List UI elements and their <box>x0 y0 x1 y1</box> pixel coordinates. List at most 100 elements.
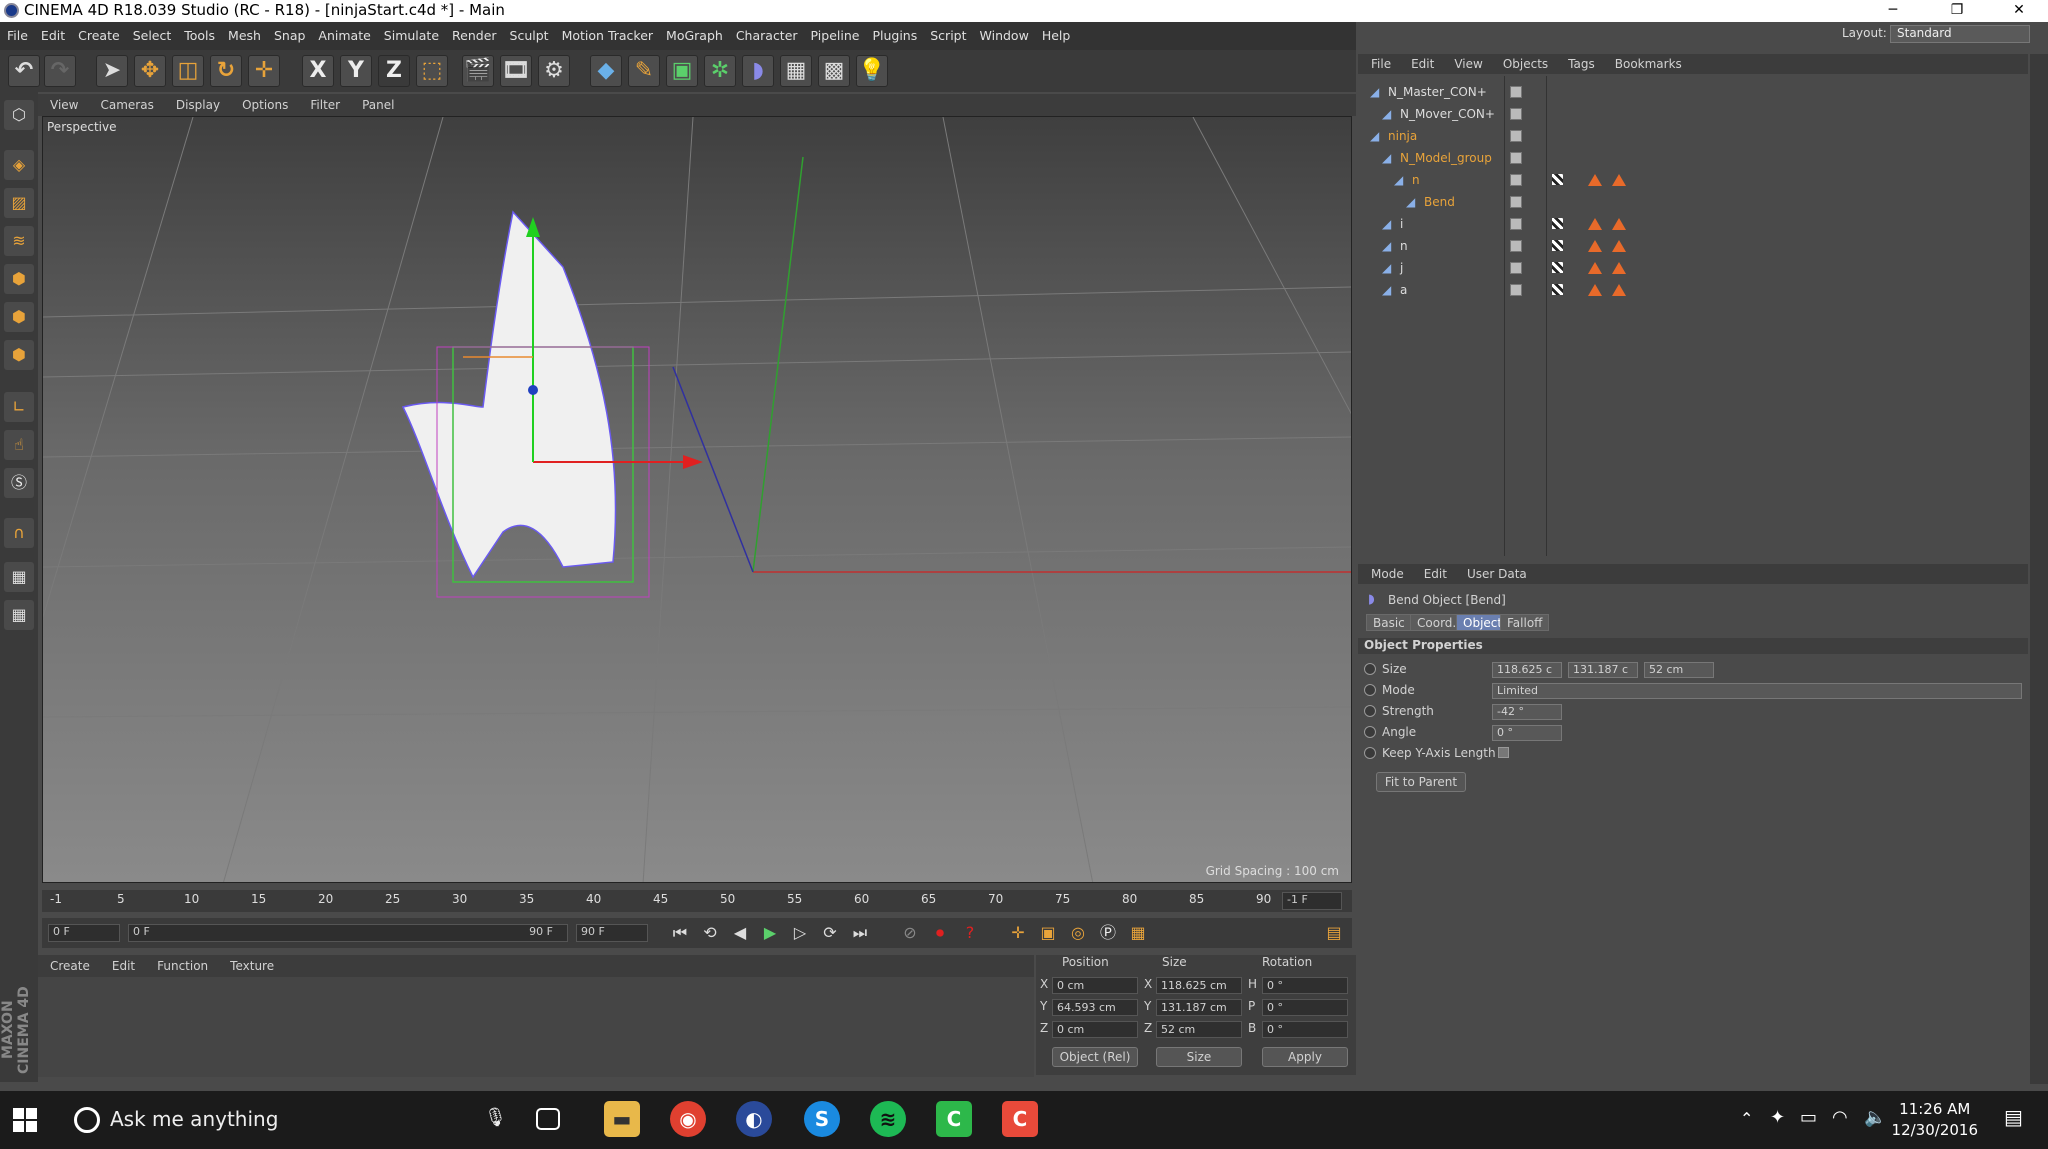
layer-visibility-icon[interactable] <box>1510 152 1522 164</box>
add-icon[interactable]: ✛ <box>248 55 280 87</box>
minimize-button[interactable]: ─ <box>1870 0 1916 22</box>
frame-range-slider[interactable]: 0 F 90 F <box>128 924 568 942</box>
menu-character[interactable]: Character <box>729 22 804 43</box>
axis-z-button[interactable]: Z <box>378 55 410 87</box>
layer-visibility-icon[interactable] <box>1510 196 1522 208</box>
material-menu-edit[interactable]: Edit <box>100 955 145 973</box>
rotation-field[interactable]: 0 ° <box>1262 977 1348 994</box>
axis-x-button[interactable]: X <box>302 55 334 87</box>
object-row[interactable]: Bend ◢ <box>1358 192 2028 212</box>
polygons-mode-icon[interactable]: ⬢ <box>4 340 34 370</box>
texture-tag-icon[interactable] <box>1552 218 1563 229</box>
record-keyframe-icon[interactable]: ⊘ <box>898 922 922 946</box>
menu-create[interactable]: Create <box>71 22 126 43</box>
viewport-menu-options[interactable]: Options <box>230 94 298 112</box>
edges-mode-icon[interactable]: ⬢ <box>4 302 34 332</box>
render-picture-viewer-icon[interactable]: 🎞 <box>500 55 532 87</box>
layer-visibility-icon[interactable] <box>1510 240 1522 252</box>
rotation-field[interactable]: 0 ° <box>1262 1021 1348 1038</box>
menu-script[interactable]: Script <box>923 22 972 43</box>
object-row[interactable]: i ◢ <box>1358 214 2028 234</box>
grid-icon[interactable]: ▦ <box>4 600 34 630</box>
red-app-icon[interactable]: C <box>1002 1101 1038 1137</box>
rotation-field[interactable]: 0 ° <box>1262 999 1348 1016</box>
previous-frame-icon[interactable]: ◀ <box>728 922 752 946</box>
size-field[interactable]: 118.625 cm <box>1156 977 1242 994</box>
object-name[interactable]: Bend <box>1424 195 1455 209</box>
object-name[interactable]: a <box>1400 283 1407 297</box>
size-anim-radio[interactable] <box>1364 663 1376 675</box>
keyframe-selection-icon[interactable]: ? <box>958 922 982 946</box>
workplane-lock-icon[interactable]: ▦ <box>4 562 34 592</box>
selection-tag-icon[interactable] <box>1588 218 1602 230</box>
timeline-ruler[interactable]: -1 5 10 15 20 25 30 35 40 45 50 55 60 65 70 75 80 85 90 -1… <box>42 890 1352 912</box>
previous-key-icon[interactable]: ⟲ <box>698 922 722 946</box>
show-hidden-icons-icon[interactable]: ⌃ <box>1740 1109 1753 1128</box>
menu-mesh[interactable]: Mesh <box>221 22 267 43</box>
object-row[interactable]: N_Model_group ◢ <box>1358 148 2028 168</box>
selection-tag-icon[interactable] <box>1612 218 1626 230</box>
green-app-icon[interactable]: C <box>936 1101 972 1137</box>
object-row[interactable]: n ◢ <box>1358 236 2028 256</box>
mode-select[interactable]: Limited <box>1492 683 2022 699</box>
object-row[interactable]: j ◢ <box>1358 258 2028 278</box>
selection-tag-icon[interactable] <box>1588 284 1602 296</box>
object-name[interactable]: j <box>1400 261 1403 275</box>
mode-anim-radio[interactable] <box>1364 684 1376 696</box>
gizmo-x-handle-icon[interactable] <box>683 455 703 469</box>
cortana-search-box[interactable]: Ask me anything 🎙 <box>68 1101 508 1139</box>
material-menu-create[interactable]: Create <box>38 955 100 973</box>
fit-to-parent-button[interactable]: Fit to Parent <box>1376 772 1466 792</box>
make-editable-icon[interactable]: ⬡ <box>4 100 34 130</box>
camera-icon[interactable]: ▩ <box>818 55 850 87</box>
menu-mograph[interactable]: MoGraph <box>659 22 729 43</box>
layer-visibility-icon[interactable] <box>1510 262 1522 274</box>
cinema4d-taskbar-icon[interactable]: ◐ <box>736 1101 772 1137</box>
selection-tag-icon[interactable] <box>1612 174 1626 186</box>
windows-start-icon[interactable] <box>12 1107 38 1133</box>
next-frame-icon[interactable]: ▷ <box>788 922 812 946</box>
apply-button[interactable]: Apply <box>1262 1047 1348 1067</box>
battery-icon[interactable]: ▭ <box>1800 1107 1817 1128</box>
go-to-start-icon[interactable]: ⏮ <box>668 922 692 946</box>
key-scale-icon[interactable]: ▣ <box>1036 922 1060 946</box>
menu-snap[interactable]: Snap <box>267 22 311 43</box>
texture-tag-icon[interactable] <box>1552 262 1563 273</box>
selection-tag-icon[interactable] <box>1588 240 1602 252</box>
redo-icon[interactable]: ↷ <box>44 55 76 87</box>
key-rotation-icon[interactable]: ◎ <box>1066 922 1090 946</box>
size-field[interactable]: 52 cm <box>1156 1021 1242 1038</box>
viewport-menu-filter[interactable]: Filter <box>298 94 350 112</box>
light-icon[interactable]: 💡 <box>856 55 888 87</box>
restore-button[interactable]: ❐ <box>1934 0 1980 22</box>
angle-anim-radio[interactable] <box>1364 726 1376 738</box>
tab-basic[interactable]: Basic <box>1366 614 1412 631</box>
menu-plugins[interactable]: Plugins <box>865 22 923 43</box>
tweak-mode-icon[interactable]: ☝ <box>4 430 34 460</box>
keep-y-checkbox[interactable] <box>1498 747 1509 758</box>
selection-tag-icon[interactable] <box>1612 262 1626 274</box>
object-row[interactable]: N_Master_CON+ ◢ <box>1358 82 2028 102</box>
cube-icon[interactable]: ◆ <box>590 55 622 87</box>
autokey-icon[interactable]: ⏺ <box>928 922 952 946</box>
strength-anim-radio[interactable] <box>1364 705 1376 717</box>
attribute-menu-edit[interactable]: Edit <box>1411 564 1454 581</box>
object-name[interactable]: ninja <box>1388 129 1417 143</box>
model-mode-icon[interactable]: ◈ <box>4 150 34 180</box>
next-key-icon[interactable]: ⟳ <box>818 922 842 946</box>
selection-tag-icon[interactable] <box>1612 284 1626 296</box>
tab-falloff[interactable]: Falloff <box>1500 614 1550 631</box>
layout-select[interactable]: Standard <box>1890 25 2030 43</box>
viewport-menu-display[interactable]: Display <box>164 94 230 112</box>
current-frame-field[interactable]: -1 F <box>1282 892 1342 910</box>
workplane-icon[interactable]: ≋ <box>4 226 34 256</box>
material-menu-function[interactable]: Function <box>145 955 218 973</box>
dropbox-icon[interactable]: ✦ <box>1770 1107 1785 1128</box>
material-manager-area[interactable] <box>38 977 1034 1077</box>
keep-y-anim-radio[interactable] <box>1364 747 1376 759</box>
undo-icon[interactable]: ↶ <box>8 55 40 87</box>
menu-select[interactable]: Select <box>126 22 178 43</box>
menu-tools[interactable]: Tools <box>177 22 221 43</box>
object-name[interactable]: i <box>1400 217 1403 231</box>
menu-sculpt[interactable]: Sculpt <box>503 22 555 43</box>
